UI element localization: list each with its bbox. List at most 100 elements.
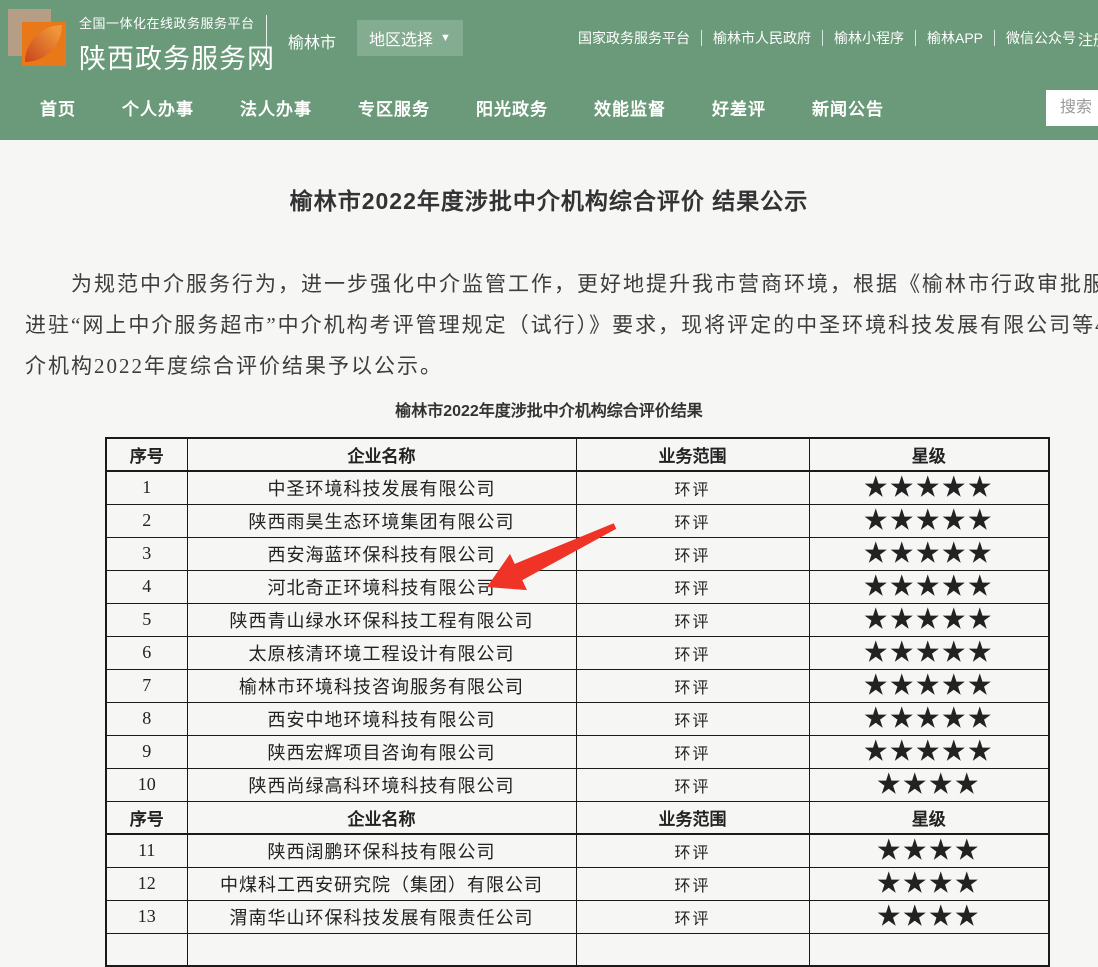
company-name-cell: 太原核清环境工程设计有限公司 [187, 636, 576, 669]
nav-item-news[interactable]: 新闻公告 [812, 95, 884, 120]
star-rating-cell: ★★★★★ [809, 735, 1049, 768]
table-row: 1中圣环境科技发展有限公司环评★★★★★ [106, 471, 1049, 504]
chevron-down-icon: ▼ [440, 33, 451, 44]
main-navbar: 首页 个人办事 法人办事 专区服务 阳光政务 效能监督 好差评 新闻公告 [0, 75, 1098, 140]
top-link-separator [994, 30, 995, 46]
link-yulin-app[interactable]: 榆林APP [927, 28, 983, 48]
table-row: 10陕西尚绿高科环境科技有限公司环评★★★★ [106, 768, 1049, 801]
row-index-cell: 3 [106, 537, 187, 570]
star-rating-cell: ★★★★★ [809, 636, 1049, 669]
nav-item-rating[interactable]: 好差评 [712, 95, 766, 120]
star-rating-cell: ★★★★ [809, 834, 1049, 867]
star-rating-cell: ★★★★★ [809, 669, 1049, 702]
row-index-cell: 2 [106, 504, 187, 537]
nav-items: 首页 个人办事 法人办事 专区服务 阳光政务 效能监督 好差评 新闻公告 [0, 75, 1098, 140]
brand-block: 全国一体化在线政务服务平台 陕西政务服务网 [79, 13, 275, 76]
nav-item-sunshine-gov[interactable]: 阳光政务 [476, 95, 548, 120]
company-name-cell: 陕西宏辉项目咨询有限公司 [187, 735, 576, 768]
company-name-cell: 中煤科工西安研究院（集团）有限公司 [187, 867, 576, 900]
company-name-cell: 西安中地环境科技有限公司 [187, 702, 576, 735]
table-row: 13渭南华山环保科技发展有限责任公司环评★★★★ [106, 900, 1049, 933]
evaluation-table: 序号企业名称业务范围星级1中圣环境科技发展有限公司环评★★★★★2陕西雨昊生态环… [105, 437, 1050, 967]
table-row: 3西安海蓝环保科技有限公司环评★★★★★ [106, 537, 1049, 570]
star-rating-cell: ★★★★★ [809, 471, 1049, 504]
table-row: 8西安中地环境科技有限公司环评★★★★★ [106, 702, 1049, 735]
table-row: 2陕西雨昊生态环境集团有限公司环评★★★★★ [106, 504, 1049, 537]
business-scope-cell: 环评 [576, 537, 809, 570]
business-scope-cell: 环评 [576, 471, 809, 504]
row-index-cell: 4 [106, 570, 187, 603]
table-row: 7榆林市环境科技咨询服务有限公司环评★★★★★ [106, 669, 1049, 702]
company-name-cell: 陕西尚绿高科环境科技有限公司 [187, 768, 576, 801]
row-index-cell: 6 [106, 636, 187, 669]
current-city-label: 榆林市 [288, 29, 336, 53]
star-rating-cell: ★★★★ [809, 867, 1049, 900]
table-row: 12中煤科工西安研究院（集团）有限公司环评★★★★ [106, 867, 1049, 900]
logo-leaf-shape [25, 25, 62, 62]
paragraph-line: 为规范中介服务行为，进一步强化中介监管工作，更好地提升我市营商环境，根据《榆林市… [25, 264, 1098, 305]
link-yulin-gov[interactable]: 榆林市人民政府 [713, 28, 811, 48]
row-index-cell: 12 [106, 867, 187, 900]
business-scope-cell: 环评 [576, 735, 809, 768]
row-index-cell: 8 [106, 702, 187, 735]
col-header-star-rating: 星级 [809, 801, 1049, 834]
company-name-cell: 河北奇正环境科技有限公司 [187, 570, 576, 603]
link-national-platform[interactable]: 国家政务服务平台 [578, 28, 690, 48]
table-row-partial [106, 933, 1049, 966]
col-header-business-scope: 业务范围 [576, 801, 809, 834]
nav-item-personal-services[interactable]: 个人办事 [122, 95, 194, 120]
nav-item-legal-services[interactable]: 法人办事 [240, 95, 312, 120]
col-header-business-scope: 业务范围 [576, 438, 809, 471]
company-name-cell: 中圣环境科技发展有限公司 [187, 471, 576, 504]
table-row: 11陕西阔鹏环保科技有限公司环评★★★★ [106, 834, 1049, 867]
business-scope-cell: 环评 [576, 603, 809, 636]
row-index-cell: 1 [106, 471, 187, 504]
star-rating-cell: ★★★★★ [809, 702, 1049, 735]
logo-front-square [22, 22, 66, 66]
empty-cell [809, 933, 1049, 966]
top-header: 全国一体化在线政务服务平台 陕西政务服务网 榆林市 地区选择 ▼ 国家政务服务平… [0, 0, 1098, 75]
nav-item-zone-services[interactable]: 专区服务 [358, 95, 430, 120]
region-select-button[interactable]: 地区选择 ▼ [357, 20, 463, 56]
region-select-label: 地区选择 [369, 26, 433, 50]
business-scope-cell: 环评 [576, 504, 809, 537]
table-row: 4河北奇正环境科技有限公司环评★★★★★ [106, 570, 1049, 603]
star-rating-cell: ★★★★★ [809, 537, 1049, 570]
nav-item-home[interactable]: 首页 [40, 95, 76, 120]
col-header-company-name: 企业名称 [187, 801, 576, 834]
company-name-cell: 陕西雨昊生态环境集团有限公司 [187, 504, 576, 537]
link-yulin-miniprogram[interactable]: 榆林小程序 [834, 28, 904, 48]
col-header-index: 序号 [106, 438, 187, 471]
row-index-cell: 7 [106, 669, 187, 702]
search-input[interactable] [1046, 90, 1098, 126]
table-header-row: 序号企业名称业务范围星级 [106, 438, 1049, 471]
top-link-separator [915, 30, 916, 46]
col-header-star-rating: 星级 [809, 438, 1049, 471]
table-caption: 榆林市2022年度涉批中介机构综合评价结果 [0, 397, 1098, 421]
star-rating-cell: ★★★★★ [809, 570, 1049, 603]
row-index-cell: 5 [106, 603, 187, 636]
site-name: 陕西政务服务网 [79, 37, 275, 76]
col-header-company-name: 企业名称 [187, 438, 576, 471]
empty-cell [576, 933, 809, 966]
table-row: 9陕西宏辉项目咨询有限公司环评★★★★★ [106, 735, 1049, 768]
nav-item-efficiency-supervision[interactable]: 效能监督 [594, 95, 666, 120]
top-link-separator [701, 30, 702, 46]
top-links: 国家政务服务平台 榆林市人民政府 榆林小程序 榆林APP 微信公众号 [578, 0, 1076, 75]
business-scope-cell: 环评 [576, 768, 809, 801]
table-row: 5陕西青山绿水环保科技工程有限公司环评★★★★★ [106, 603, 1049, 636]
header-divider [266, 15, 267, 60]
business-scope-cell: 环评 [576, 900, 809, 933]
register-link[interactable]: 注册 [1078, 29, 1098, 50]
table-row: 6太原核清环境工程设计有限公司环评★★★★★ [106, 636, 1049, 669]
paragraph-line: 介机构2022年度综合评价结果予以公示。 [25, 346, 1098, 387]
link-wechat[interactable]: 微信公众号 [1006, 28, 1076, 48]
company-name-cell: 陕西阔鹏环保科技有限公司 [187, 834, 576, 867]
empty-cell [106, 933, 187, 966]
business-scope-cell: 环评 [576, 669, 809, 702]
company-name-cell: 渭南华山环保科技发展有限责任公司 [187, 900, 576, 933]
star-rating-cell: ★★★★ [809, 768, 1049, 801]
row-index-cell: 9 [106, 735, 187, 768]
business-scope-cell: 环评 [576, 636, 809, 669]
table-header-row: 序号企业名称业务范围星级 [106, 801, 1049, 834]
